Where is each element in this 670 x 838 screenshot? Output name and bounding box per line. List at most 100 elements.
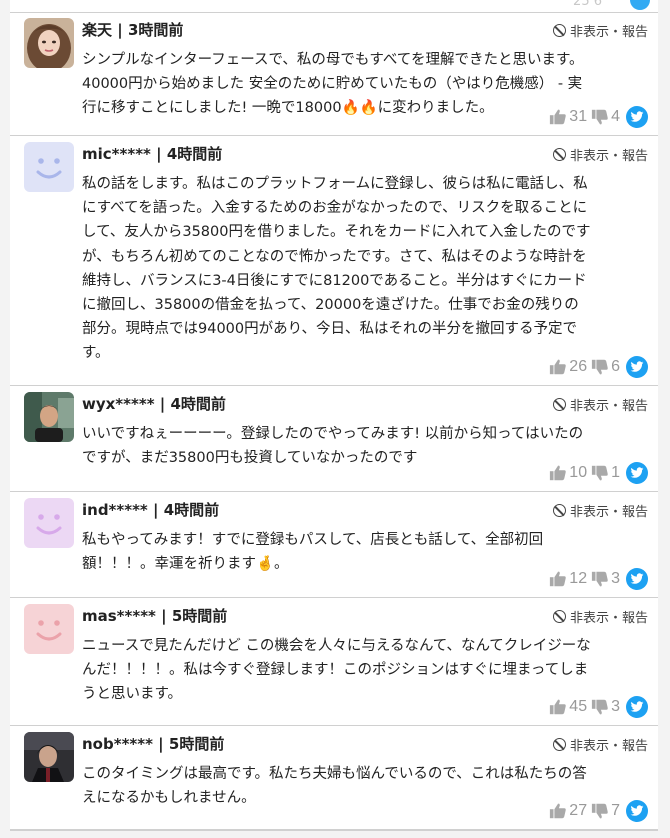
ban-icon [552,610,566,623]
dislike-button[interactable]: 3 [591,570,624,588]
dislike-button[interactable]: 6 [591,358,624,376]
hide-report-label: 非表示・報告 [569,25,648,40]
avatar [24,604,74,654]
dislike-count: 4 [611,108,620,125]
thumbs-up-icon [549,358,567,376]
comment-item: 楽天 | 3時間前 非表示・報告 シンプルなインターフェースで、私の母でもすべてを理… [10,12,658,136]
comment-item: ind***** | 4時間前 非表示・報告 私もやってみます！すでに登録もパスして… [10,492,658,598]
avatar [24,498,74,548]
dislike-count: 7 [611,802,620,819]
comment-header: wyx***** | 4時間前 [82,393,226,414]
dislike-count: 3 [611,570,620,587]
avatar [24,18,74,68]
comment-item: nob***** | 5時間前 非表示・報告 このタイミングは最高です。私たち夫婦も… [10,726,658,830]
hide-report-button[interactable]: 非表示・報告 [552,21,648,40]
thumbs-down-icon [591,570,609,588]
thumbs-up-icon [549,698,567,716]
username: mic***** [82,145,151,163]
dislike-button[interactable]: 3 [591,698,624,716]
timestamp: 4時間前 [170,395,226,413]
like-button[interactable]: 45 [549,698,591,716]
meta-separator: | [154,395,171,413]
like-count: 45 [569,698,588,715]
dislike-button[interactable]: 1 [591,464,624,482]
timestamp: 5時間前 [171,607,228,625]
twitter-share-button[interactable] [626,106,648,128]
twitter-icon [630,805,644,817]
comment-actions: 31 4 [549,106,648,128]
twitter-icon[interactable] [630,0,650,10]
hide-report-label: 非表示・報告 [569,611,648,626]
username: wyx***** [82,395,155,413]
meta-separator: | [147,501,164,519]
like-count: 27 [569,802,588,819]
username: ind***** [82,501,148,519]
like-button[interactable]: 31 [549,108,591,126]
timestamp: 3時間前 [127,21,184,39]
ban-icon [552,24,566,37]
timestamp: 4時間前 [166,145,223,163]
hide-report-button[interactable]: 非表示・報告 [552,607,648,626]
hide-report-button[interactable]: 非表示・報告 [552,145,648,164]
comment-actions: 12 3 [549,568,648,590]
thumbs-down-icon [591,698,609,716]
username: mas***** [82,607,156,625]
twitter-icon [630,467,644,479]
twitter-icon [630,361,644,373]
hide-report-label: 非表示・報告 [569,149,648,164]
hide-report-label: 非表示・報告 [569,505,648,520]
username: 楽天 [82,21,113,39]
comment-item: mic***** | 4時間前 非表示・報告私の話をします。私はこのプラットフォー… [10,136,658,386]
dislike-count: 1 [611,464,620,481]
comment-header: mic***** | 4時間前 [82,143,222,164]
comment-header: mas***** | 5時間前 [82,605,227,626]
hide-report-button[interactable]: 非表示・報告 [552,735,648,754]
timestamp: 4時間前 [163,501,220,519]
dislike-count: 3 [611,698,620,715]
comment-item: wyx***** | 4時間前 非表示・報告 いいですねぇーーーー。登録したのでやっ… [10,386,658,492]
comment-body: 私の話をします。私はこのプラットフォームに登録し、彼らは私に電話し、私 にすべて… [82,176,591,362]
thumbs-up-icon [549,570,567,588]
twitter-share-button[interactable] [626,356,648,378]
comment-actions: 27 7 [549,800,648,822]
meta-separator: | [152,735,169,753]
like-button[interactable]: 26 [549,358,591,376]
ban-icon [552,504,566,517]
twitter-icon [630,701,644,713]
previous-comment-remnant: 25 6 [10,0,658,12]
twitter-icon [630,111,644,123]
thumbs-down-icon [591,802,609,820]
username: nob***** [82,735,153,753]
hide-report-button[interactable]: 非表示・報告 [552,395,648,414]
dislike-button[interactable]: 4 [591,108,624,126]
hide-report-label: 非表示・報告 [569,739,648,754]
like-button[interactable]: 10 [549,464,591,482]
previous-comment-counts: 25 6 [573,0,602,9]
thumbs-down-icon [591,108,609,126]
twitter-share-button[interactable] [626,696,648,718]
twitter-icon [630,573,644,585]
like-count: 12 [569,570,588,587]
meta-separator: | [155,607,172,625]
meta-separator: | [150,145,167,163]
twitter-share-button[interactable] [626,462,648,484]
like-button[interactable]: 27 [549,802,591,820]
timestamp: 5時間前 [168,735,225,753]
ban-icon [552,398,566,411]
thumbs-down-icon [591,464,609,482]
avatar [24,732,74,782]
ban-icon [552,738,566,751]
comment-header: 楽天 | 3時間前 [82,19,183,40]
comment-list: 25 6 楽天 | 3時間前 非表示・報告 シンプルなインターフェースで、私の母でも… [10,0,658,838]
twitter-share-button[interactable] [626,568,648,590]
like-button[interactable]: 12 [549,570,591,588]
comment-actions: 45 3 [549,696,648,718]
thumbs-up-icon [549,802,567,820]
twitter-share-button[interactable] [626,800,648,822]
like-count: 26 [569,358,588,375]
avatar [24,392,74,442]
dislike-button[interactable]: 7 [591,802,624,820]
like-count: 31 [569,108,588,125]
hide-report-button[interactable]: 非表示・報告 [552,501,648,520]
meta-separator: | [112,21,128,39]
